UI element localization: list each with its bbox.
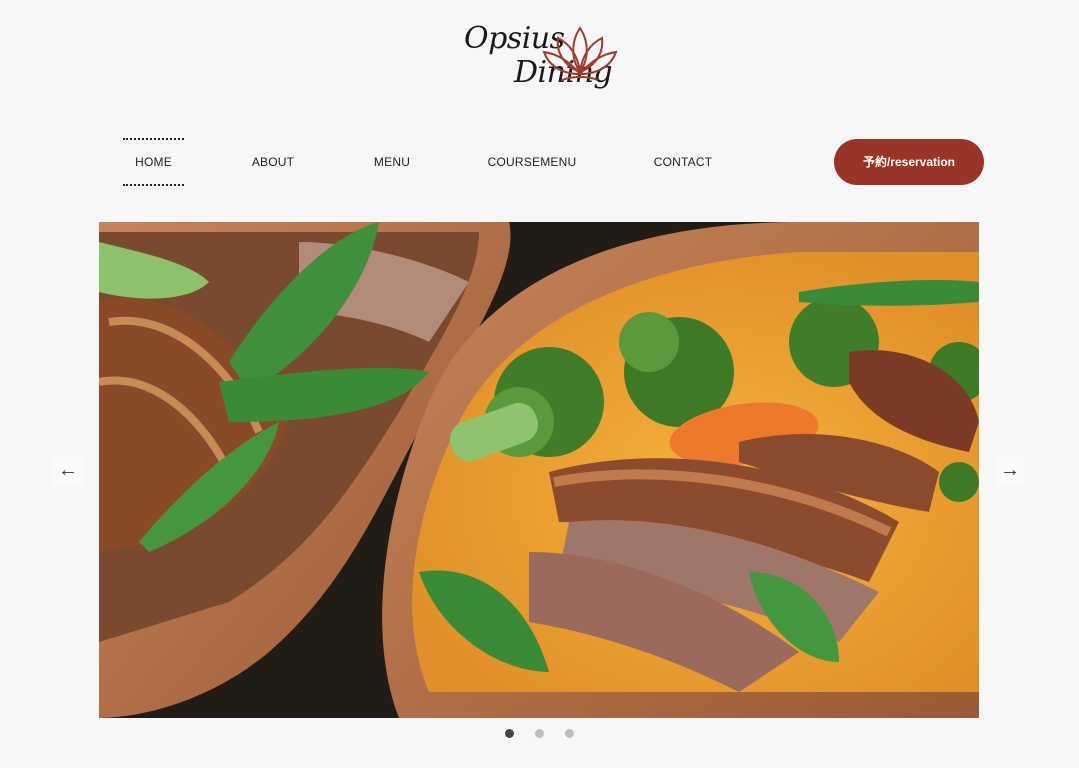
slider-dot-3[interactable] [565,729,574,738]
hero-slider [99,222,979,718]
slider-dot-2[interactable] [535,729,544,738]
slider-dot-1[interactable] [505,729,514,738]
hero-image [99,222,979,718]
site-logo[interactable]: Opsius Dining [462,20,622,100]
reservation-button[interactable]: 予約/reservation [834,139,984,185]
nav-item-coursemenu[interactable]: COURSEMENU [482,138,582,186]
lotus-icon [542,26,618,81]
nav-item-about[interactable]: ABOUT [243,138,303,186]
slider-prev-arrow[interactable]: ← [53,456,83,486]
nav-item-menu[interactable]: MENU [362,138,422,186]
nav-item-home[interactable]: HOME [123,138,184,186]
slider-next-arrow[interactable]: → [995,456,1025,486]
nav-item-contact[interactable]: CONTACT [643,138,723,186]
